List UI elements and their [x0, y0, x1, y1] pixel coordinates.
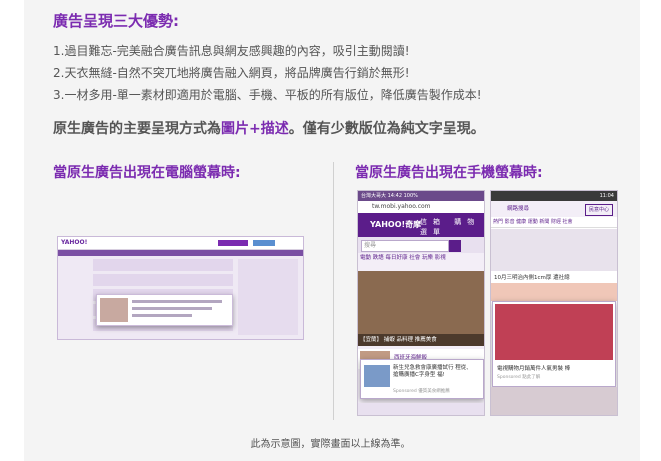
- phone-native-ad: 新生兒急救會康廣播試行 程從、搶購廣播C字身型 福! Sponsored 優質美…: [360, 359, 484, 399]
- desktop-screenshot: YAHOO!: [57, 236, 304, 340]
- summary-highlight: 圖片+描述: [221, 121, 289, 137]
- ad-text-line: [132, 307, 212, 310]
- advantage-item: 3.一材多用-單一素材即適用於電腦、手機、平板的所有版位，降低廣告製作成本!: [53, 88, 482, 102]
- phone-screenshot-android: 11:04 網路搜尋 民意中心 熱門 影音 健康 運動 新聞 財經 社會 10月…: [490, 190, 618, 416]
- yahoo-logo: YAHOO!奇摩: [370, 220, 422, 229]
- ad-text: 新生兒急救會康廣播試行 程從、搶購廣播C字身型 福!: [393, 365, 472, 378]
- phone-native-ad: 電視購物月銷萬件人氣男裝 棒 Sponsored 點此了解: [492, 301, 616, 387]
- search-icon: [449, 240, 461, 252]
- photo-caption: 【宜蘭】 捕蝦 品料理 推薦美食: [358, 334, 484, 346]
- phone-url-bar: tw.mobi.yahoo.com: [358, 201, 484, 213]
- news-caption: 10月三明治內側1cm厚 遭社總: [494, 275, 570, 281]
- summary-suffix: 。僅有少數版位為純文字呈現。: [288, 121, 485, 137]
- advantages-list: 1.過目難忘-完美融合廣告訊息與網友感興趣的內容，吸引主動閱讀! 2.天衣無縫-…: [53, 40, 482, 106]
- feature-photo: 【宜蘭】 捕蝦 品料理 推薦美食: [358, 271, 484, 346]
- phone-tabs: 熱門 影音 健康 運動 新聞 財經 社會: [491, 217, 617, 228]
- desktop-heading: 當原生廣告出現在電腦螢幕時:: [53, 165, 241, 181]
- feed-row: [93, 274, 233, 286]
- ad-image: [495, 304, 613, 360]
- phone-screenshot-ios: 台灣大哥大 14:42 100% tw.mobi.yahoo.com YAHOO…: [357, 190, 485, 416]
- ad-sponsor: Sponsored 優質美食網推薦: [393, 389, 450, 394]
- ad-thumbnail: [364, 365, 390, 387]
- desktop-native-ad: [96, 294, 233, 326]
- phone-status-bar: 台灣大哥大 14:42 100%: [358, 191, 484, 201]
- browser-toolbar: [358, 403, 484, 415]
- feed-bottom: [491, 387, 617, 415]
- desktop-web-search-button: [253, 240, 275, 246]
- ad-sponsor: Sponsored 點此了解: [497, 375, 541, 380]
- summary-text: 原生廣告的主要呈現方式為圖片+描述。僅有少數版位為純文字呈現。: [53, 118, 485, 138]
- section-divider: [333, 162, 334, 420]
- phone-status-bar: 11:04: [491, 191, 617, 201]
- phone-tabs: 電動 跌語 每日好康 社會 玩樂 影視: [360, 255, 446, 261]
- header-buttons: 信箱 購物 選單: [420, 218, 481, 236]
- phone-header: 網路搜尋 民意中心: [491, 201, 617, 217]
- ad-text-line: [132, 314, 192, 317]
- top-images: [491, 229, 617, 271]
- footnote: 此為示意圖，實際畫面以上線為準。: [250, 439, 411, 450]
- search-input: 搜尋: [361, 240, 449, 252]
- summary-prefix: 原生廣告的主要呈現方式為: [53, 121, 221, 137]
- login-button: 民意中心: [584, 204, 613, 216]
- advantage-item: 1.過目難忘-完美融合廣告訊息與網友感興趣的內容，吸引主動閱讀!: [53, 44, 410, 58]
- desktop-topbar: YAHOO!: [58, 237, 303, 250]
- ad-thumbnail: [100, 298, 128, 322]
- search-input: 網路搜尋: [507, 206, 530, 212]
- ad-text: 電視購物月銷萬件人氣男裝 棒: [497, 366, 571, 372]
- yahoo-header: YAHOO!奇摩 信箱 購物 選單: [358, 213, 484, 237]
- desktop-search-button: [218, 240, 248, 246]
- ad-text-line: [132, 300, 222, 303]
- phone-search-bar: 搜尋: [358, 237, 484, 253]
- advantage-item: 2.天衣無縫-自然不突兀地將廣告融入網頁，將品牌廣告行銷於無形!: [53, 66, 410, 80]
- desktop-nav-bar: [58, 250, 303, 256]
- advantages-heading: 廣告呈現三大優勢:: [53, 12, 179, 30]
- yahoo-logo: YAHOO!: [61, 239, 88, 246]
- mobile-heading: 當原生廣告出現在手機螢幕時:: [355, 165, 543, 181]
- feed-row: [93, 259, 233, 271]
- desktop-sidebar: [238, 259, 298, 335]
- news-strip: [491, 283, 617, 301]
